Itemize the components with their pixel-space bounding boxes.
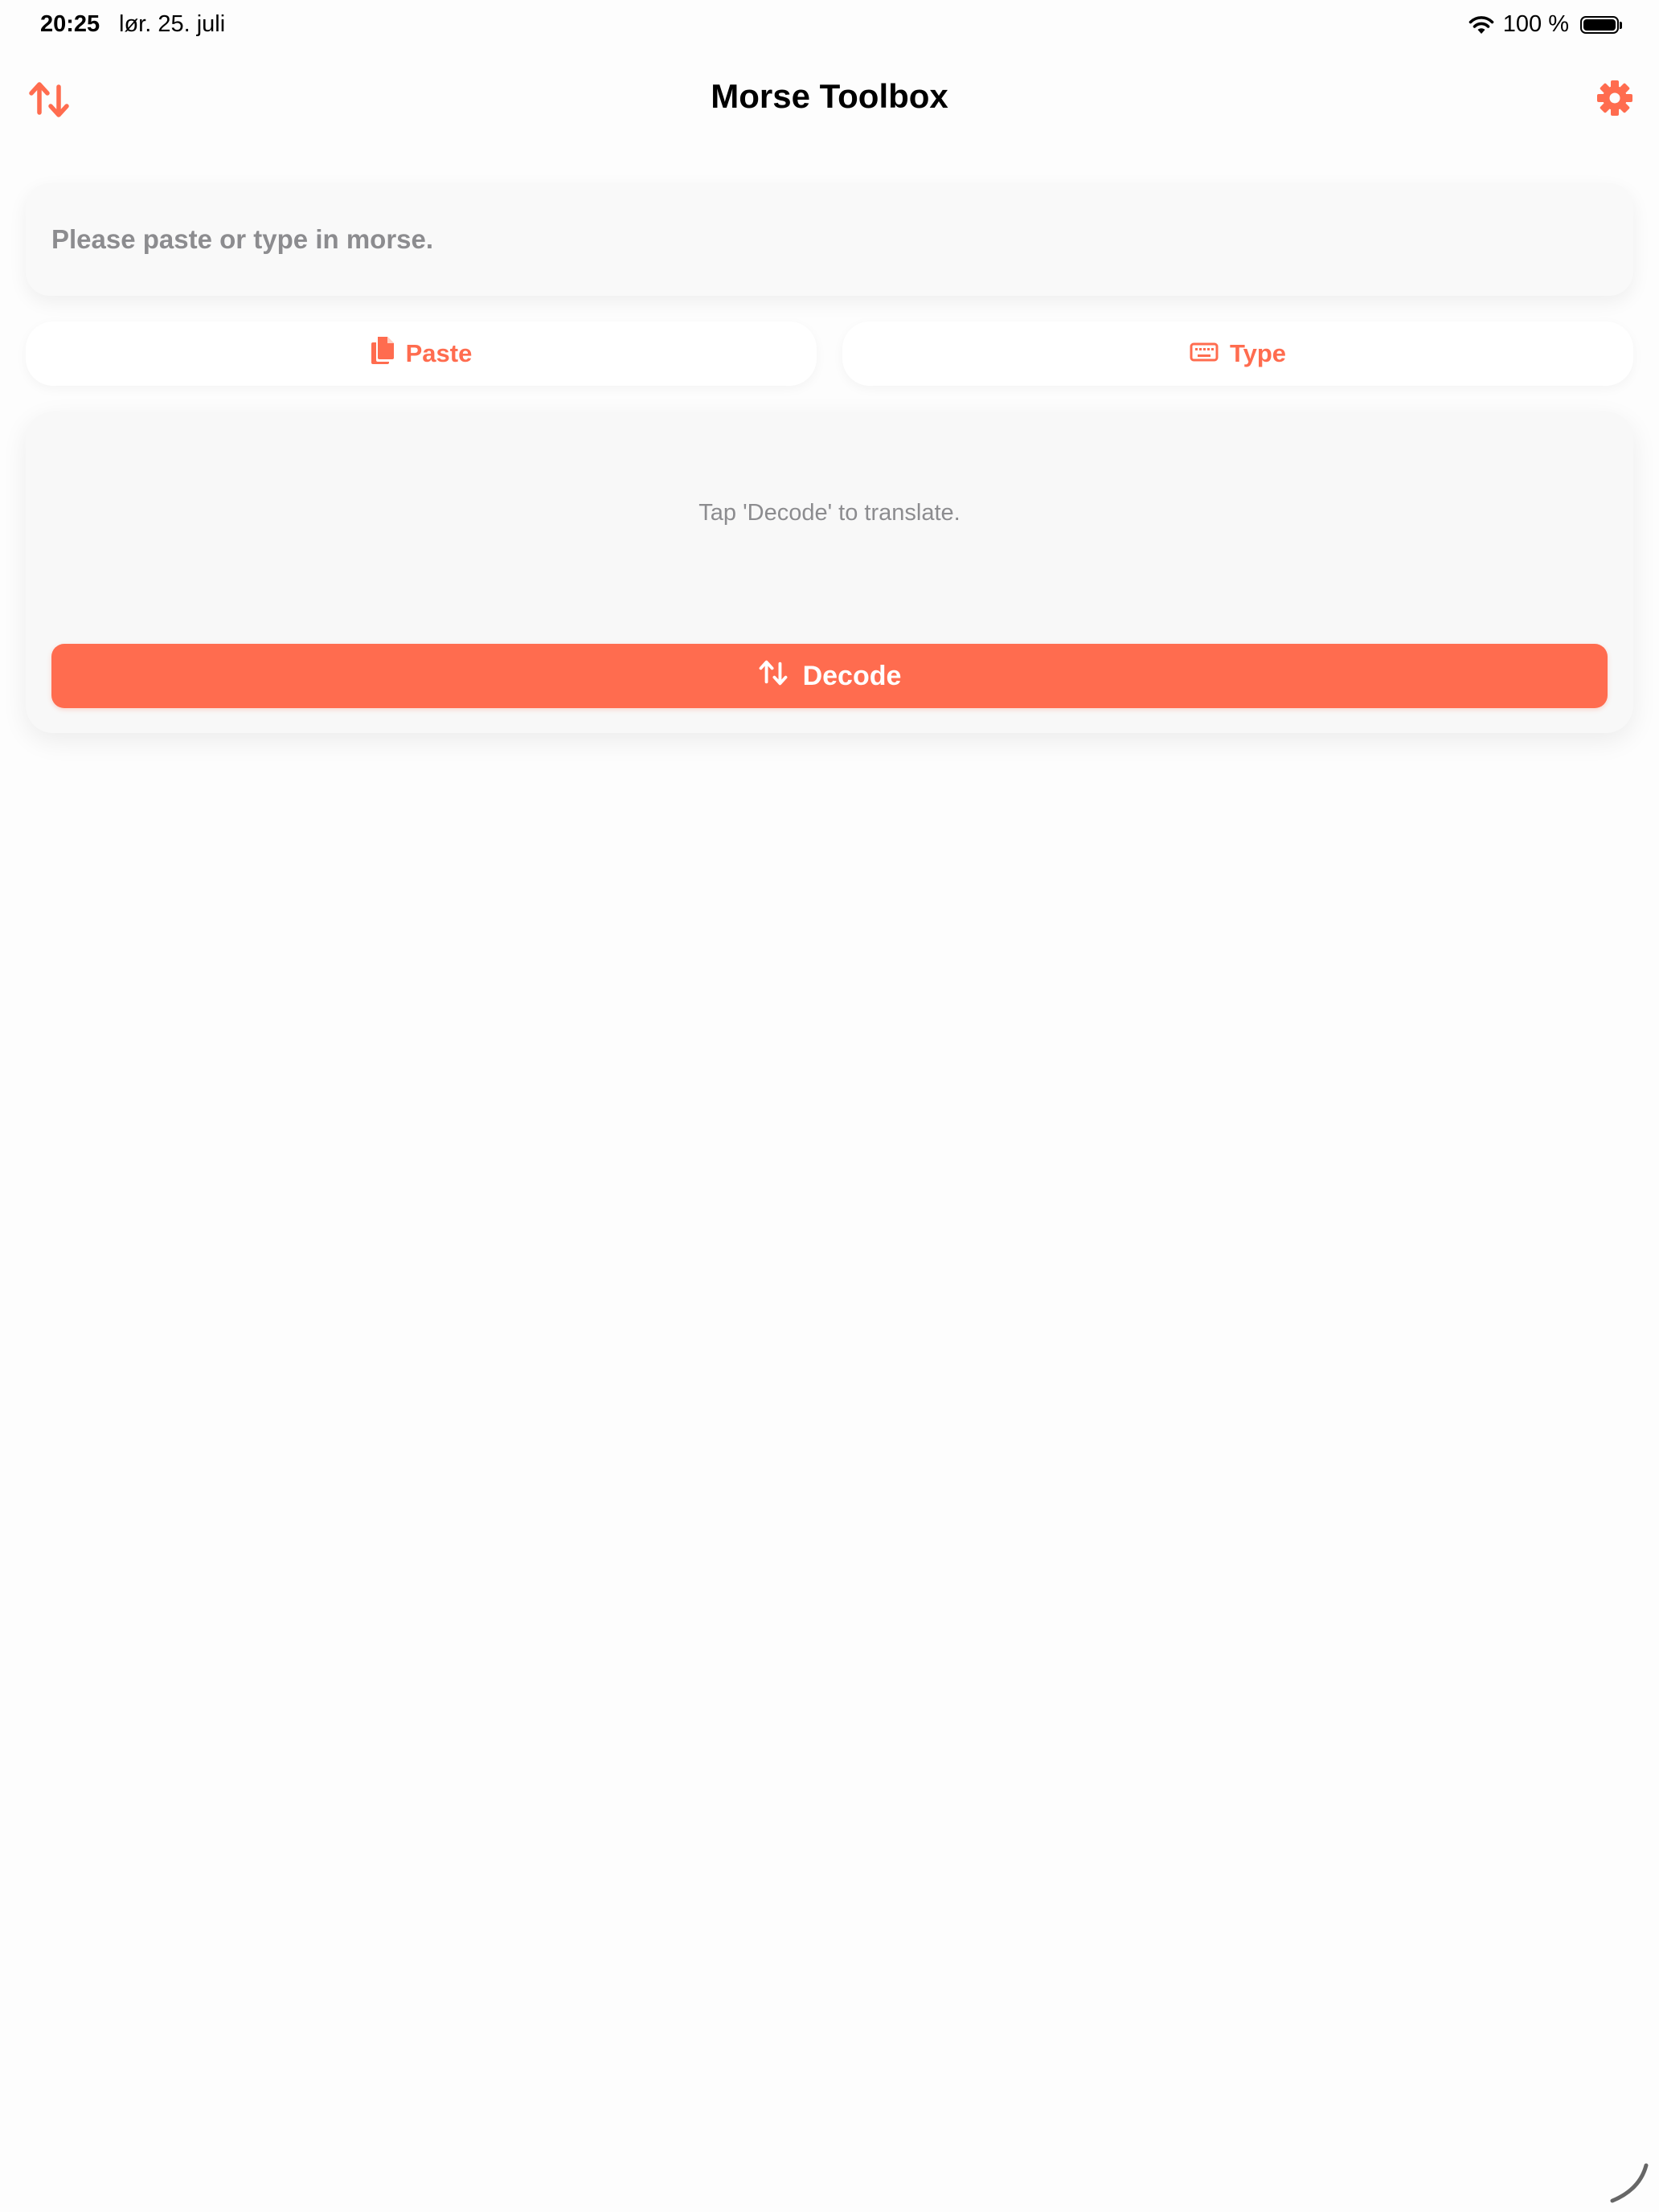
paste-label: Paste	[405, 339, 473, 367]
swap-arrows-icon	[758, 657, 789, 695]
morse-input[interactable]: Please paste or type in morse.	[26, 183, 1633, 296]
status-time: 20:25	[40, 11, 100, 37]
status-bar: 20:25 lør. 25. juli 100 %	[0, 0, 1659, 51]
battery-icon	[1580, 15, 1622, 34]
status-date: lør. 25. juli	[119, 11, 226, 37]
wifi-icon	[1468, 14, 1495, 35]
type-label: Type	[1229, 339, 1287, 367]
result-hint: Tap 'Decode' to translate.	[698, 500, 961, 526]
status-indicators: 100 %	[1468, 11, 1622, 38]
page-title: Morse Toolbox	[711, 77, 948, 115]
paste-button[interactable]: Paste	[26, 322, 817, 386]
type-button[interactable]: Type	[842, 322, 1633, 386]
result-card: Tap 'Decode' to translate. Decode	[26, 412, 1633, 733]
keyboard-icon	[1190, 339, 1219, 368]
decode-label: Decode	[802, 660, 902, 691]
pencil-hover-indicator	[1608, 2161, 1653, 2206]
clipboard-icon	[371, 336, 395, 371]
decode-button[interactable]: Decode	[51, 644, 1608, 708]
battery-percentage: 100 %	[1502, 11, 1569, 37]
morse-input-placeholder: Please paste or type in morse.	[51, 224, 434, 254]
gear-icon[interactable]	[1595, 78, 1635, 118]
